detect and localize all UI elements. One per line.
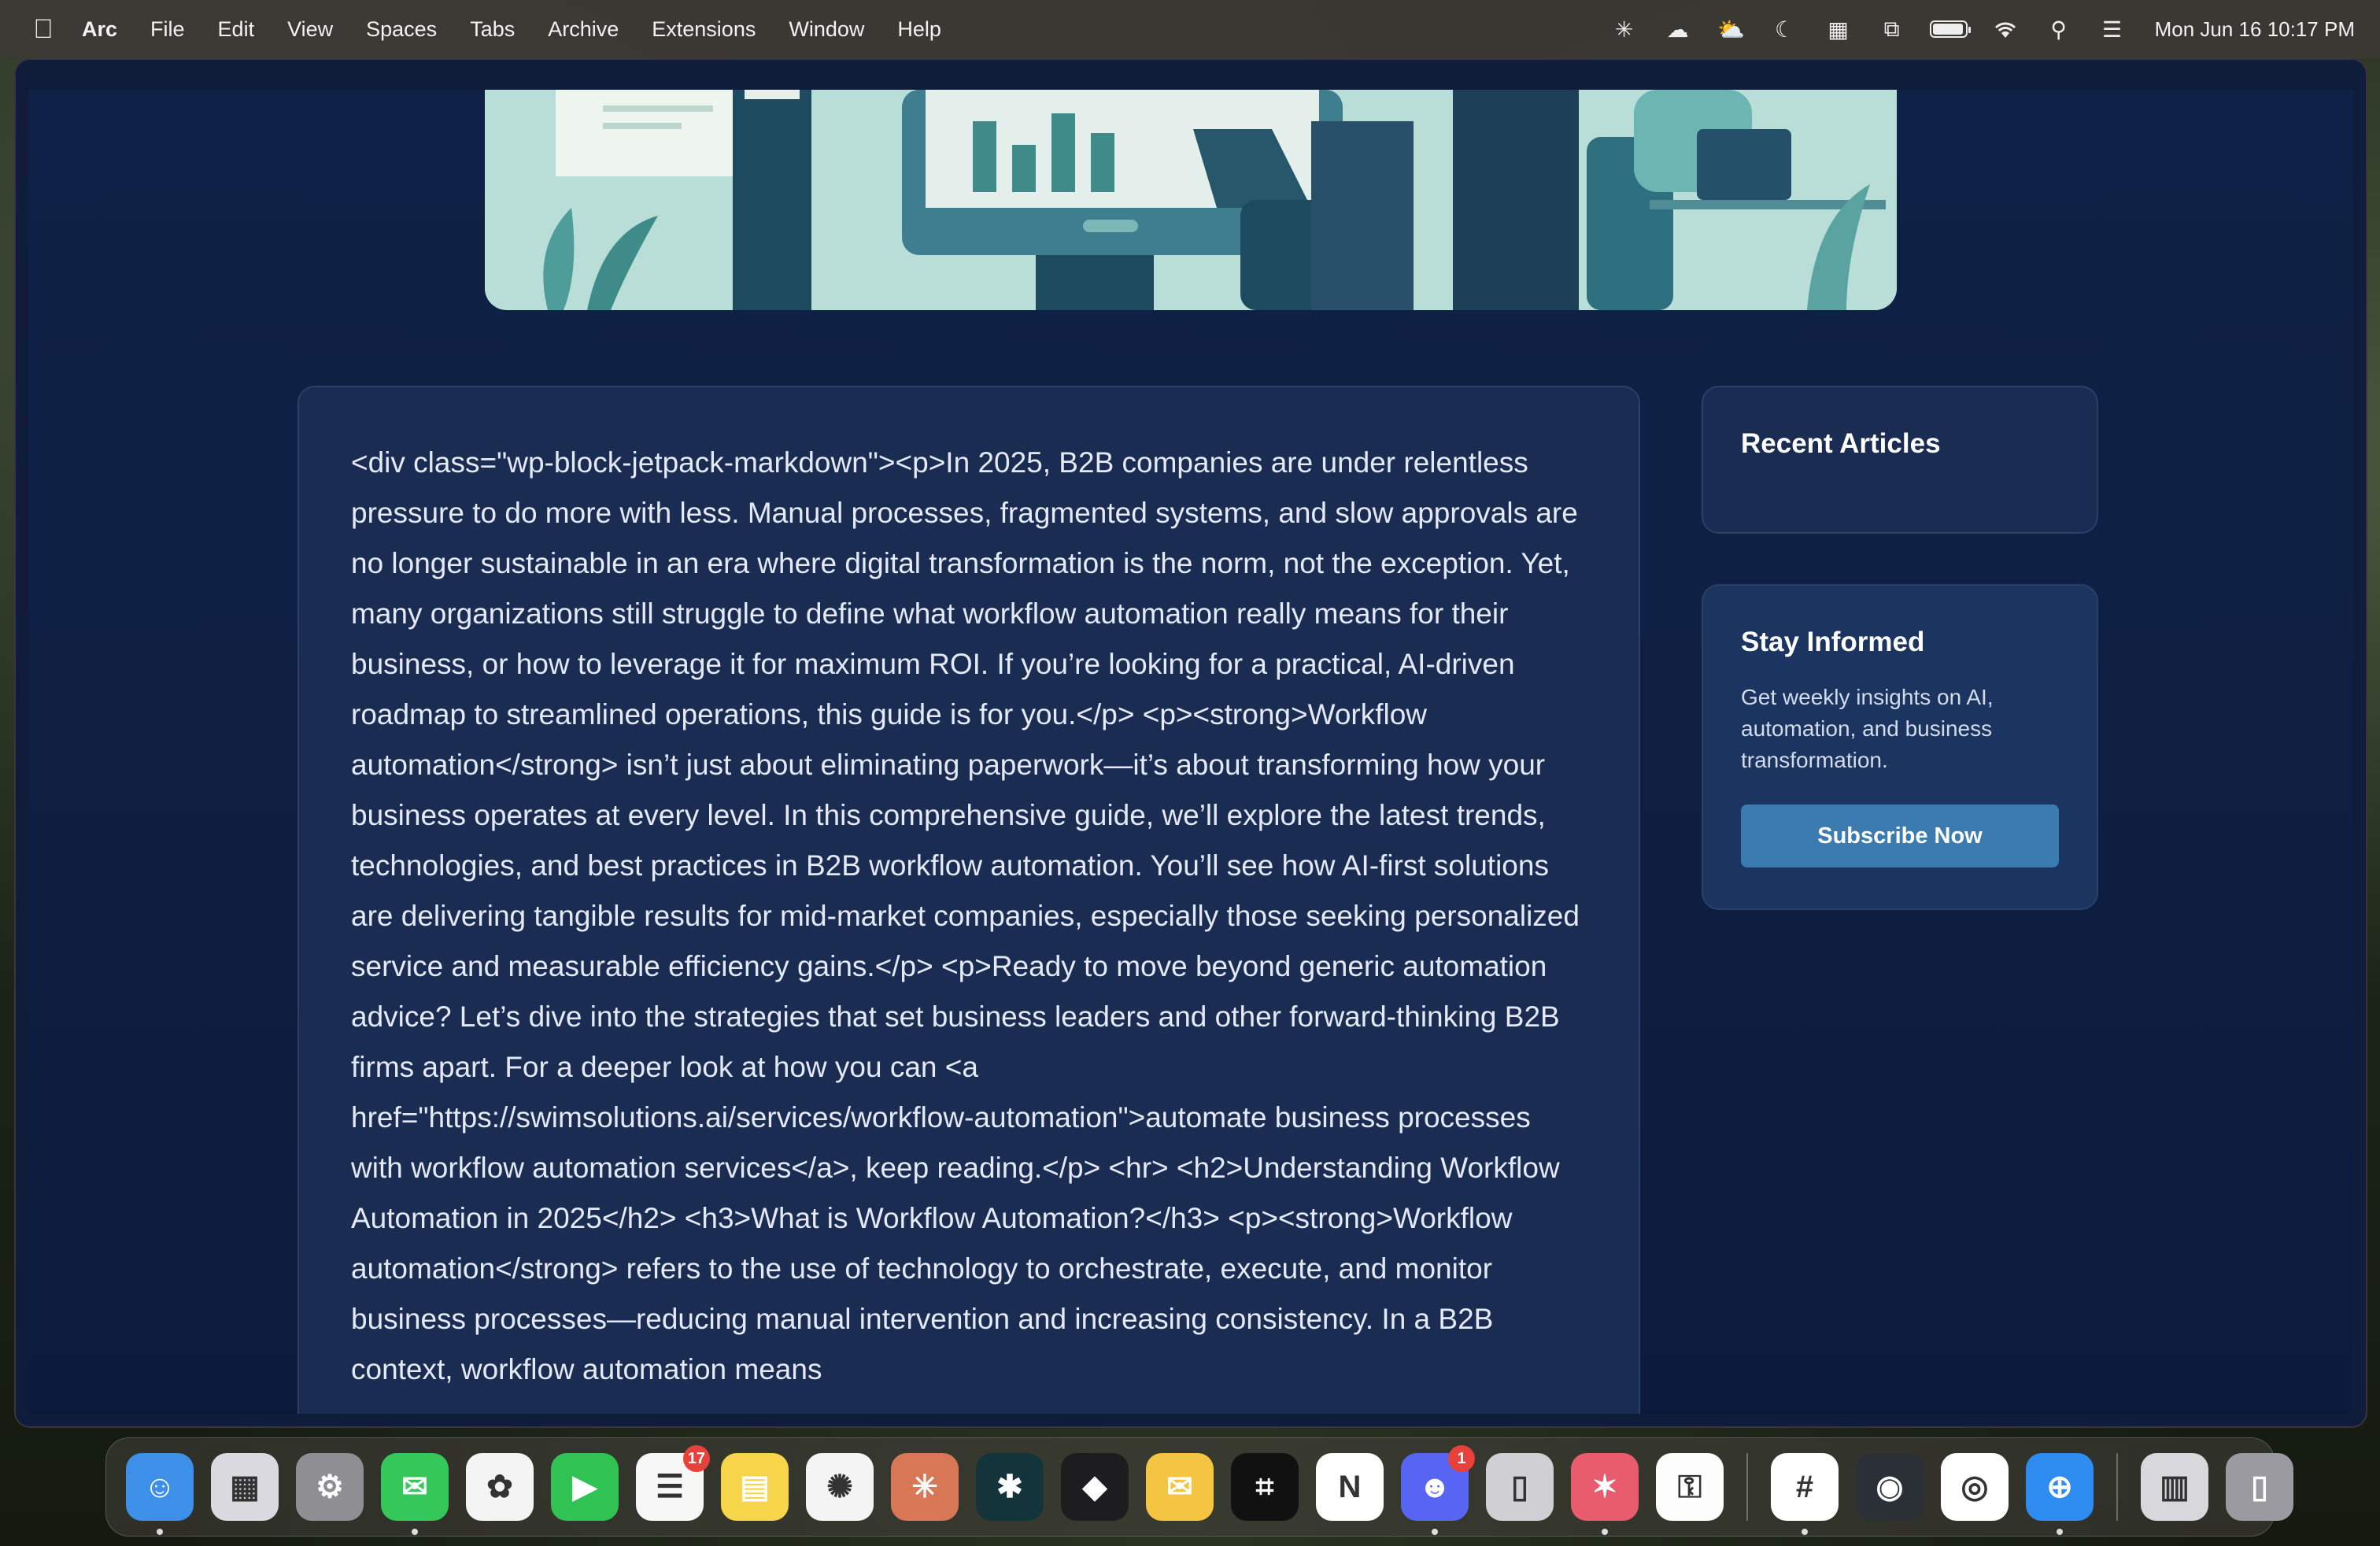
- apple-menu-icon[interactable]: : [25, 14, 61, 45]
- chatgpt-icon[interactable]: ✺: [806, 1453, 874, 1521]
- launchpad-icon[interactable]: ▦: [211, 1453, 279, 1521]
- menu-archive[interactable]: Archive: [548, 17, 619, 42]
- status-area: ✳ ☁ ⛅ ☾ ▦ ⧉ ⚲ ☰ Mon Jun 16 10:17 PM: [1609, 17, 2355, 42]
- dock-separator: [1746, 1453, 1748, 1521]
- claude-icon[interactable]: ✳: [891, 1453, 959, 1521]
- wifi-icon[interactable]: [1990, 17, 2021, 42]
- obs-icon[interactable]: ◉: [1856, 1453, 1924, 1521]
- slack-icon[interactable]: #: [1771, 1453, 1839, 1535]
- running-indicator: [1602, 1529, 1608, 1535]
- notes-icon[interactable]: ▤: [721, 1453, 789, 1521]
- running-indicator: [1802, 1529, 1808, 1535]
- screen-mirroring-icon[interactable]: ⧉: [1876, 17, 1908, 42]
- menu-help[interactable]: Help: [897, 17, 941, 42]
- menu-spaces[interactable]: Spaces: [366, 17, 437, 42]
- mail-app-icon[interactable]: ✉: [1146, 1453, 1214, 1521]
- chrome-icon[interactable]: ◎: [1941, 1453, 2009, 1521]
- running-indicator: [1432, 1529, 1438, 1535]
- recent-articles-card: Recent Articles: [1702, 386, 2098, 534]
- menu-view[interactable]: View: [287, 17, 333, 42]
- running-indicator: [157, 1529, 163, 1535]
- messages-icon[interactable]: ✉: [381, 1453, 449, 1535]
- finder-icon[interactable]: ☺: [126, 1453, 194, 1535]
- cloud-sync-icon[interactable]: ⛅: [1716, 17, 1747, 42]
- menu-edit[interactable]: Edit: [218, 17, 255, 42]
- trash-icon[interactable]: ▯: [2226, 1453, 2293, 1521]
- search-icon[interactable]: ⚲: [2043, 17, 2075, 42]
- menu-tabs[interactable]: Tabs: [470, 17, 515, 42]
- article-body: <div class="wp-block-jetpack-markdown"><…: [351, 446, 1580, 1385]
- browser-window: <div class="wp-block-jetpack-markdown"><…: [14, 58, 2367, 1428]
- menu-window[interactable]: Window: [789, 17, 864, 42]
- menu-app-name[interactable]: Arc: [82, 17, 117, 42]
- menu-clock[interactable]: Mon Jun 16 10:17 PM: [2155, 17, 2355, 42]
- reminders-icon[interactable]: ☰ 17: [636, 1445, 710, 1521]
- battery-icon[interactable]: [1929, 20, 1971, 38]
- discord-badge: 1: [1448, 1445, 1475, 1472]
- mirror-app-icon[interactable]: ◆: [1061, 1453, 1129, 1521]
- moon-icon[interactable]: ☾: [1769, 17, 1801, 42]
- discord-icon[interactable]: ☻ 1: [1401, 1445, 1475, 1535]
- subscribe-button[interactable]: Subscribe Now: [1741, 804, 2059, 867]
- password-app-icon[interactable]: ⚿: [1656, 1453, 1724, 1521]
- menu-extensions[interactable]: Extensions: [652, 17, 756, 42]
- cloud-icon[interactable]: ☁: [1662, 17, 1694, 42]
- iphone-mirroring-icon[interactable]: ▯: [1486, 1453, 1554, 1521]
- running-indicator: [412, 1529, 418, 1535]
- article-card: <div class="wp-block-jetpack-markdown"><…: [298, 386, 1640, 1414]
- menu-bar:  Arc File Edit View Spaces Tabs Archive…: [0, 0, 2380, 58]
- notion-icon[interactable]: N: [1316, 1453, 1384, 1521]
- reminders-badge: 17: [682, 1445, 710, 1472]
- stay-informed-description: Get weekly insights on AI, automation, a…: [1741, 685, 1994, 772]
- downloads-folder-icon[interactable]: ▥: [2141, 1453, 2208, 1521]
- dock-separator: [2116, 1453, 2118, 1521]
- perplexity-icon[interactable]: ✱: [976, 1453, 1044, 1521]
- control-center-icon[interactable]: ☰: [2097, 17, 2128, 42]
- web-page[interactable]: <div class="wp-block-jetpack-markdown"><…: [28, 90, 2353, 1414]
- system-settings-icon[interactable]: ⚙: [296, 1453, 364, 1521]
- dock: ☺ ▦ ⚙ ✉ ✿ ▶ ☰ 17 ▤ ✺ ✳ ✱ ◆ ✉ ⌗ N ☻ 1 ▯ ✶ ⚿ # ◉ ◎ ⊕ ▥ ▯: [105, 1437, 2293, 1537]
- safari-icon[interactable]: ⊕: [2026, 1453, 2094, 1535]
- perplexity-status-icon[interactable]: ✳: [1609, 17, 1640, 42]
- running-indicator: [2057, 1529, 2063, 1535]
- stay-informed-title: Stay Informed: [1741, 627, 1925, 657]
- creative-app-icon[interactable]: ✶: [1571, 1453, 1639, 1535]
- screenshot-app-icon[interactable]: ⌗: [1231, 1453, 1299, 1521]
- photos-icon[interactable]: ✿: [466, 1453, 534, 1521]
- grid-icon[interactable]: ▦: [1823, 17, 1854, 42]
- recent-articles-title: Recent Articles: [1741, 428, 1941, 459]
- menu-file[interactable]: File: [150, 17, 185, 42]
- stay-informed-card: Stay Informed Get weekly insights on AI,…: [1702, 584, 2098, 910]
- facetime-icon[interactable]: ▶: [551, 1453, 619, 1521]
- hero-illustration: [485, 90, 1897, 310]
